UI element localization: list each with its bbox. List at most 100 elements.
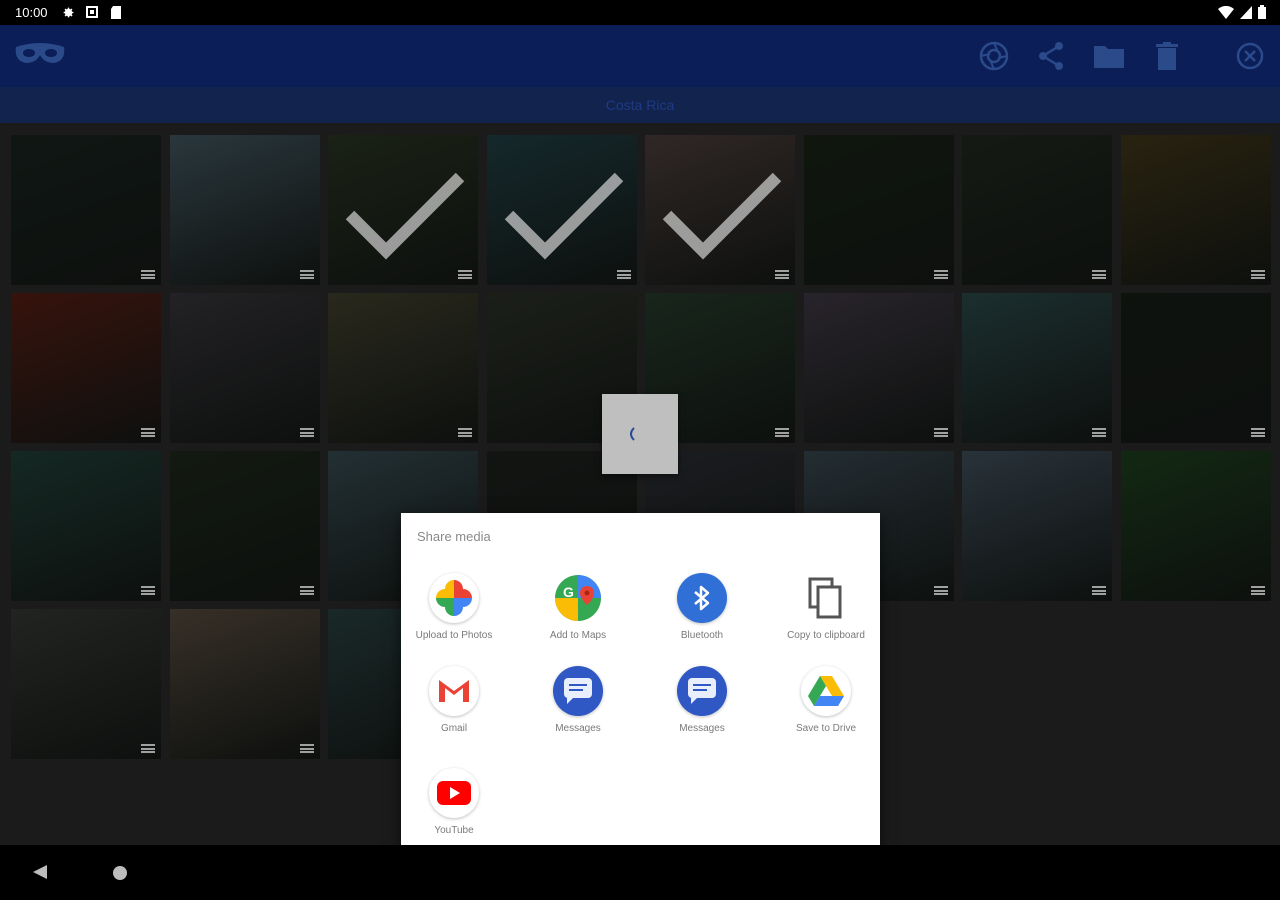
share-target-save-to-drive[interactable]: Save to Drive [771, 666, 881, 735]
selected-check-icon [655, 155, 785, 270]
photo-thumbnail[interactable] [804, 293, 954, 443]
folder-icon[interactable] [1093, 40, 1125, 72]
sdcard-icon [110, 6, 122, 19]
photo-thumbnail[interactable] [1121, 451, 1271, 601]
thumbnail-scrim [170, 451, 320, 601]
share-target-label: Messages [679, 723, 725, 734]
tile-menu-icon[interactable] [458, 270, 472, 279]
photo-thumbnail[interactable] [11, 135, 161, 285]
tile-menu-icon[interactable] [1251, 270, 1265, 279]
album-title: Costa Rica [605, 97, 675, 113]
photo-thumbnail[interactable] [170, 293, 320, 443]
photo-thumbnail[interactable] [328, 135, 478, 285]
thumbnail-scrim [962, 293, 1112, 443]
photo-thumbnail[interactable] [170, 135, 320, 285]
messages-icon [553, 666, 603, 716]
tile-menu-icon[interactable] [300, 586, 314, 595]
tile-menu-icon[interactable] [775, 270, 789, 279]
share-target-label: Add to Maps [549, 630, 607, 641]
tile-menu-icon[interactable] [141, 270, 155, 279]
tile-menu-icon[interactable] [141, 586, 155, 595]
youtube-icon [429, 768, 479, 818]
home-icon[interactable] [112, 865, 128, 886]
tile-menu-icon[interactable] [141, 744, 155, 753]
wifi-icon [1218, 5, 1234, 22]
close-circle-icon[interactable] [1234, 40, 1266, 72]
tile-menu-icon[interactable] [1251, 586, 1265, 595]
thumbnail-scrim [962, 135, 1112, 285]
share-target-messages[interactable]: Messages [523, 666, 633, 735]
photo-thumbnail[interactable] [1121, 135, 1271, 285]
thumbnail-scrim [804, 293, 954, 443]
share-target-youtube[interactable]: YouTube [399, 768, 509, 837]
photo-thumbnail[interactable] [170, 609, 320, 759]
share-target-gmail[interactable]: Gmail [399, 666, 509, 735]
tile-menu-icon[interactable] [934, 586, 948, 595]
back-icon[interactable] [32, 864, 48, 885]
photo-thumbnail[interactable] [645, 135, 795, 285]
photo-thumbnail[interactable] [11, 609, 161, 759]
system-nav-bar [0, 845, 1280, 900]
tile-menu-icon[interactable] [458, 428, 472, 437]
svg-text:G: G [563, 584, 574, 600]
tile-menu-icon[interactable] [1251, 428, 1265, 437]
tile-menu-icon[interactable] [1092, 270, 1106, 279]
share-target-copy-to-clipboard[interactable]: Copy to clipboard [771, 573, 881, 642]
photo-thumbnail[interactable] [962, 451, 1112, 601]
google-photos-icon [429, 573, 479, 623]
photo-thumbnail[interactable] [170, 451, 320, 601]
thumbnail-scrim [11, 293, 161, 443]
share-target-messages-2[interactable]: Messages [647, 666, 757, 735]
loading-indicator [602, 394, 678, 474]
selected-check-icon [338, 155, 468, 270]
tile-menu-icon[interactable] [617, 270, 631, 279]
thumbnail-scrim [1121, 451, 1271, 601]
tile-menu-icon[interactable] [300, 428, 314, 437]
status-bar: 10:00 [0, 0, 1280, 25]
photo-thumbnail[interactable] [328, 293, 478, 443]
share-target-bluetooth[interactable]: Bluetooth [647, 573, 757, 642]
tile-menu-icon[interactable] [775, 428, 789, 437]
photo-thumbnail[interactable] [804, 135, 954, 285]
gmail-icon [429, 666, 479, 716]
share-icon[interactable] [1035, 40, 1067, 72]
thumbnail-scrim [170, 135, 320, 285]
thumbnail-scrim [804, 135, 954, 285]
thumbnail-scrim [1121, 293, 1271, 443]
share-dialog-title: Share media [417, 529, 491, 544]
tile-menu-icon[interactable] [141, 428, 155, 437]
album-title-bar: Costa Rica [0, 87, 1280, 123]
google-drive-icon [801, 666, 851, 716]
tile-menu-icon[interactable] [934, 270, 948, 279]
google-maps-icon: G [553, 573, 603, 623]
messages-icon [677, 666, 727, 716]
battery-icon [1258, 5, 1266, 22]
share-target-add-to-maps[interactable]: G Add to Maps [523, 573, 633, 642]
tile-menu-icon[interactable] [300, 744, 314, 753]
photo-thumbnail[interactable] [11, 451, 161, 601]
share-dialog: Share media Upload to Photos G Add to Ma… [401, 513, 880, 845]
tile-menu-icon[interactable] [1092, 586, 1106, 595]
trash-icon[interactable] [1151, 40, 1183, 72]
thumbnail-scrim [11, 609, 161, 759]
tile-menu-icon[interactable] [300, 270, 314, 279]
share-target-label: Upload to Photos [415, 630, 493, 641]
aperture-icon[interactable] [978, 40, 1010, 72]
thumbnail-scrim [170, 609, 320, 759]
photo-thumbnail[interactable] [962, 135, 1112, 285]
photo-thumbnail[interactable] [1121, 293, 1271, 443]
photo-thumbnail[interactable] [11, 293, 161, 443]
square-icon [86, 6, 98, 18]
app-toolbar [0, 25, 1280, 87]
share-target-label: Save to Drive [795, 723, 857, 734]
tile-menu-icon[interactable] [934, 428, 948, 437]
share-target-label: Copy to clipboard [787, 630, 865, 641]
share-target-upload-to-photos[interactable]: Upload to Photos [399, 573, 509, 642]
photo-thumbnail[interactable] [487, 135, 637, 285]
copy-icon [801, 573, 851, 623]
gear-icon [62, 6, 74, 18]
thumbnail-scrim [11, 135, 161, 285]
mask-icon[interactable] [14, 41, 66, 72]
tile-menu-icon[interactable] [1092, 428, 1106, 437]
photo-thumbnail[interactable] [962, 293, 1112, 443]
